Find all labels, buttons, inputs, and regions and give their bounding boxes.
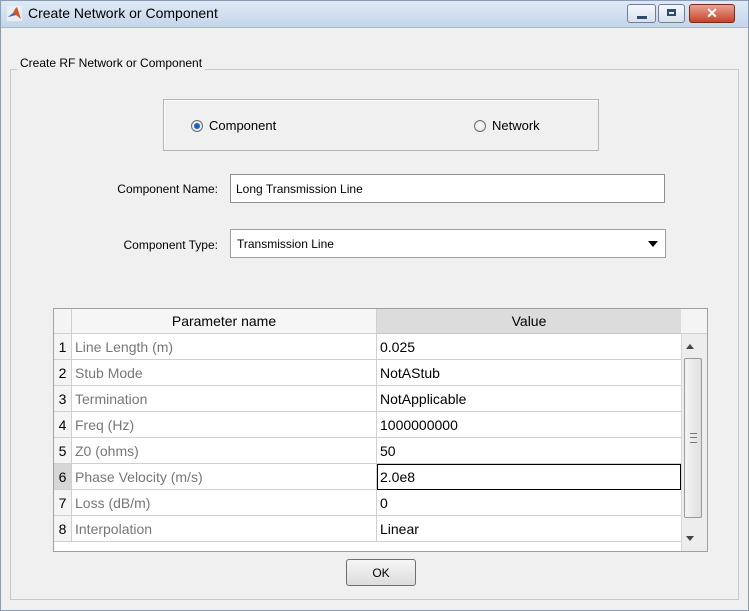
matlab-icon [7,6,22,21]
maximize-icon [667,9,676,16]
parameter-value-cell[interactable]: 0.025 [377,334,681,360]
row-number: 4 [54,412,72,438]
column-header-name[interactable]: Parameter name [72,309,377,334]
close-button[interactable]: ✕ [689,4,735,23]
row-number: 3 [54,386,72,412]
grip-icon [690,433,697,443]
scroll-header [681,309,707,334]
row-number: 2 [54,360,72,386]
parameter-name-cell: Interpolation [72,516,377,542]
dialog-window: Create Network or Component ✕ Create RF … [0,0,749,611]
minimize-icon [637,16,647,19]
group-label: Create RF Network or Component [17,56,206,70]
parameter-name-cell: Freq (Hz) [72,412,377,438]
parameter-name-cell: Termination [72,386,377,412]
column-header-value[interactable]: Value [377,309,681,334]
scroll-down-icon[interactable] [686,536,694,541]
table-row[interactable]: 8 Interpolation Linear [54,516,681,542]
network-radio[interactable] [474,120,486,132]
parameter-name-cell: Line Length (m) [72,334,377,360]
component-type-value: Transmission Line [237,237,334,251]
row-number: 5 [54,438,72,464]
mode-radio-panel: Component Network [163,99,599,151]
parameter-value-cell[interactable]: NotAStub [377,360,681,386]
scroll-thumb[interactable] [684,358,702,518]
table-corner [54,309,72,334]
row-number: 7 [54,490,72,516]
parameter-value-cell[interactable]: 50 [377,438,681,464]
row-number: 8 [54,516,72,542]
scroll-up-icon[interactable] [686,344,694,349]
table-row[interactable]: 2 Stub Mode NotAStub [54,360,681,386]
component-name-input[interactable] [230,174,665,203]
parameter-name-cell: Stub Mode [72,360,377,386]
parameter-value-cell-editing[interactable]: 2.0e8 [377,464,681,490]
component-type-label: Component Type: [123,238,218,252]
title-bar[interactable]: Create Network or Component ✕ [1,1,748,28]
parameter-table: Parameter name Value 1 Line Length (m) 0… [53,308,708,552]
parameter-value-cell[interactable]: Linear [377,516,681,542]
table-row[interactable]: 1 Line Length (m) 0.025 [54,334,681,360]
row-number: 6 [54,464,72,490]
parameter-name-cell: Phase Velocity (m/s) [72,464,377,490]
dropdown-arrow-icon [648,241,658,247]
close-icon: ✕ [706,5,718,21]
component-radio[interactable] [191,120,203,132]
parameter-name-cell: Loss (dB/m) [72,490,377,516]
component-type-select[interactable]: Transmission Line [230,229,666,258]
maximize-button[interactable] [658,4,685,23]
component-radio-label[interactable]: Component [209,118,276,133]
table-row[interactable]: 5 Z0 (ohms) 50 [54,438,681,464]
table-row[interactable]: 3 Termination NotApplicable [54,386,681,412]
window-title: Create Network or Component [28,5,218,21]
component-name-label: Component Name: [117,182,218,196]
table-row[interactable]: 6 Phase Velocity (m/s) 2.0e8 [54,464,681,490]
parameter-value-cell[interactable]: 1000000000 [377,412,681,438]
vertical-scrollbar[interactable] [681,334,707,551]
dropdown-button[interactable] [644,234,662,253]
parameter-value-cell[interactable]: 0 [377,490,681,516]
parameter-value-cell[interactable]: NotApplicable [377,386,681,412]
table-row[interactable]: 7 Loss (dB/m) 0 [54,490,681,516]
network-radio-label[interactable]: Network [492,118,540,133]
table-row[interactable]: 4 Freq (Hz) 1000000000 [54,412,681,438]
row-number: 1 [54,334,72,360]
minimize-button[interactable] [627,4,656,23]
ok-button[interactable]: OK [346,559,416,586]
parameter-name-cell: Z0 (ohms) [72,438,377,464]
